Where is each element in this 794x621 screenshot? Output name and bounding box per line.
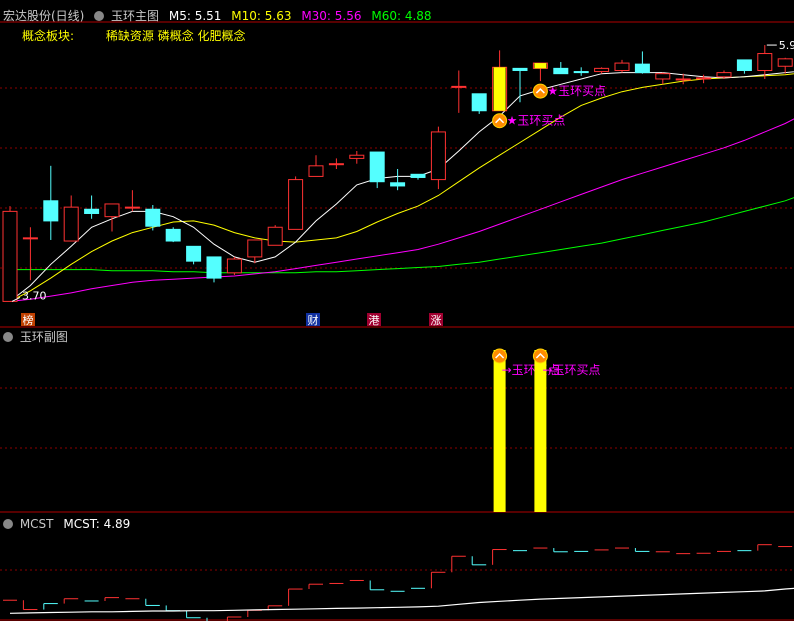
candle-body [349,154,365,159]
candle-body [63,206,79,242]
candle-body [84,208,100,214]
candle-body [410,173,426,178]
candle-body [553,67,569,75]
event-tag[interactable]: 港 [369,314,380,327]
candle-body [206,256,222,279]
buy-signal-icon [492,113,508,129]
kline-chart[interactable]: ★玉环买点★玉环买点3.705.97榜财港涨→玉环买点→玉环买点 [0,0,794,621]
candle-body [165,228,181,242]
candle-body [696,77,712,80]
candle-body [655,73,671,80]
signal-label: ★玉环买点 [547,84,606,98]
candle-body [104,203,120,218]
buy-signal-icon [532,348,548,364]
buy-signal-icon [532,83,548,99]
ma10-line [9,73,794,302]
high-price-label: 5.97 [779,39,794,52]
candle-body [736,59,752,71]
candle-body [390,182,406,187]
candle-body [512,67,528,71]
low-price-label: 3.70 [22,289,47,302]
signal-label: ★玉环买点 [507,114,566,128]
candle-body [186,245,202,262]
candle-body [328,163,344,166]
candle-body [43,200,59,222]
candle-body [369,151,385,183]
ma60-line [10,197,794,274]
candle-body [594,67,610,73]
candle-body [22,237,38,240]
candle-body [634,63,650,74]
candle-body [145,208,161,227]
candle-body [757,53,773,71]
candle-body [247,239,263,258]
event-tag[interactable]: 财 [308,313,319,327]
candle-body [451,85,467,88]
candle-body [124,206,140,209]
signal-bar [534,63,547,69]
candle-body [267,226,283,246]
candle-body [471,93,487,112]
buy-signal-icon [492,348,508,364]
candle-body [614,62,630,71]
candle-body [430,131,446,181]
candle-body [2,210,18,302]
candle-body [573,71,589,74]
signal-bar [493,67,506,111]
candle-body [777,58,793,67]
candle-body [226,258,242,274]
event-tag[interactable]: 涨 [431,314,442,327]
event-tag[interactable]: 榜 [23,313,34,327]
candle-body [716,72,732,78]
candle-body [288,179,304,230]
candle-body [308,165,324,177]
candle-body [675,78,691,81]
sub-signal-label: →玉环买点 [542,363,600,377]
